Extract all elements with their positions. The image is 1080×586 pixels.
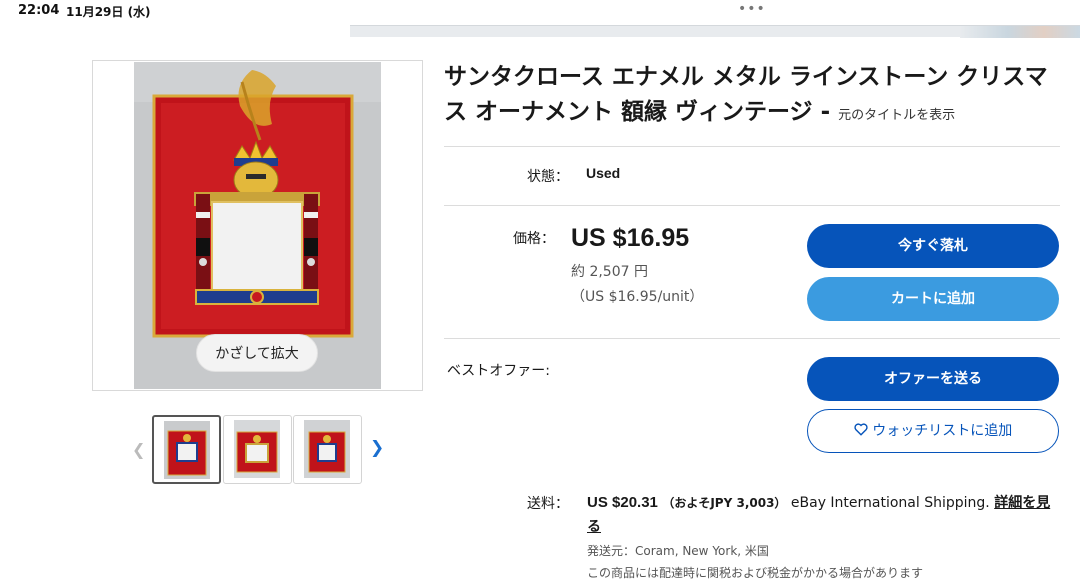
make-offer-button[interactable]: オファーを送る — [807, 357, 1059, 401]
shipping-info: US $20.31 （およそJPY 3,003） eBay Internatio… — [587, 491, 1057, 539]
price-value: US $16.95 — [571, 224, 690, 252]
thumbnail-image — [304, 420, 350, 478]
thumbnail-image — [234, 420, 280, 478]
chevron-right-icon[interactable]: ❯ — [370, 438, 384, 458]
buy-now-button[interactable]: 今すぐ落札 — [807, 224, 1059, 268]
title-separator: - — [820, 99, 831, 125]
add-to-watchlist-button[interactable]: ウォッチリストに追加 — [807, 409, 1059, 453]
status-time: 22:04 — [18, 3, 60, 18]
shipping-price: US $20.31 — [587, 494, 658, 511]
thumbnail-1[interactable] — [152, 415, 221, 484]
show-original-title-link[interactable]: 元のタイトルを表示 — [838, 108, 955, 123]
condition-value: Used — [586, 165, 621, 181]
condition-label: 状態： — [527, 169, 569, 185]
divider — [444, 338, 1060, 339]
zoom-hint-button[interactable]: かざして拡大 — [196, 334, 318, 372]
ships-from: 発送元：Coram, New York, 米国 — [587, 544, 769, 558]
title-text: サンタクロース エナメル メタル ラインストーン クリスマス オーナメント 額縁… — [444, 64, 1048, 125]
watchlist-label: ウォッチリストに追加 — [872, 423, 1013, 439]
shipping-service: eBay International Shipping. — [790, 495, 990, 511]
chevron-left-icon[interactable]: ❮ — [132, 440, 145, 459]
top-strip — [350, 25, 1080, 38]
shipping-label: 送料： — [527, 496, 569, 512]
thumbnail-image — [164, 421, 210, 479]
divider — [444, 146, 1060, 147]
best-offer-label: ベストオファー: — [447, 363, 550, 379]
add-to-cart-button[interactable]: カートに追加 — [807, 277, 1059, 321]
shipping-approx-jpy: （およそJPY 3,003） — [662, 496, 787, 510]
status-date: 11月29日 (水) — [66, 5, 151, 19]
status-bar: 22:04 11月29日 (水) ••• — [0, 0, 1080, 24]
divider — [444, 205, 1060, 206]
price-jpy: 約 2,507 円 — [571, 264, 648, 280]
price-label: 価格： — [513, 231, 555, 247]
customs-note: この商品には配達時に関税および税金がかかる場合があります — [587, 566, 924, 580]
listing-title: サンタクロース エナメル メタル ラインストーン クリスマス オーナメント 額縁… — [444, 60, 1064, 133]
multitask-dots-icon[interactable]: ••• — [738, 1, 766, 17]
heart-icon — [854, 423, 868, 436]
thumbnail-2[interactable] — [223, 415, 292, 484]
thumbnail-3[interactable] — [293, 415, 362, 484]
unit-price: （US $16.95/unit） — [571, 289, 704, 305]
